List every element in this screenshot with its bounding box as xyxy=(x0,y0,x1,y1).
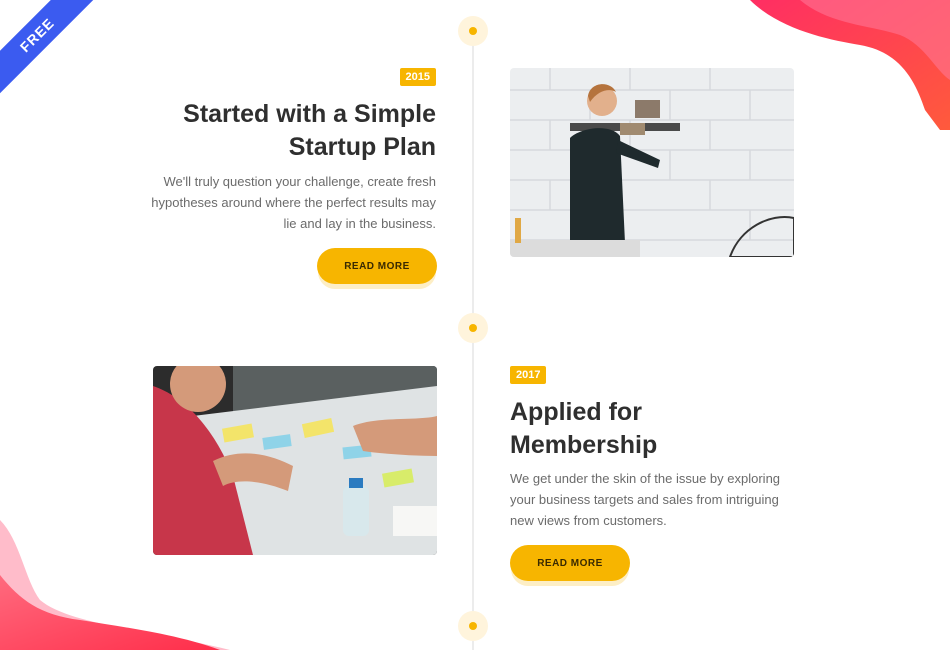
free-ribbon-label: FREE xyxy=(0,0,101,99)
entry-title-line: Startup Plan xyxy=(288,133,436,161)
free-ribbon: FREE xyxy=(0,0,120,120)
entry-title: Applied for Membership xyxy=(510,396,810,462)
year-badge: 2015 xyxy=(399,68,436,86)
team-meeting-photo xyxy=(153,366,437,555)
timeline-dot xyxy=(458,313,488,343)
read-more-button[interactable]: READ MORE xyxy=(510,545,630,581)
read-more-button[interactable]: READ MORE xyxy=(317,248,437,284)
entry-description: We get under the skin of the issue by ex… xyxy=(510,468,830,531)
entry-description-line: your business targets and sales from int… xyxy=(510,492,779,507)
entry-description-line: lie and lay in the business. xyxy=(283,216,436,231)
year-badge: 2017 xyxy=(510,366,547,384)
entry-description-line: We get under the skin of the issue by ex… xyxy=(510,471,781,486)
entry-title-line: Applied for xyxy=(510,398,642,426)
timeline-dot xyxy=(458,16,488,46)
entry-description-line: new views from customers. xyxy=(510,513,667,528)
entry-title-line: Membership xyxy=(510,431,658,459)
entry-description-line: hypotheses around where the perfect resu… xyxy=(151,195,436,210)
entry-title: Started with a Simple Startup Plan xyxy=(106,98,436,164)
entry-title-line: Started with a Simple xyxy=(183,100,436,128)
entry-description-line: We'll truly question your challenge, cre… xyxy=(163,174,437,189)
entry-description: We'll truly question your challenge, cre… xyxy=(116,171,436,234)
man-at-wall-photo xyxy=(510,68,794,257)
timeline-dot xyxy=(458,611,488,641)
